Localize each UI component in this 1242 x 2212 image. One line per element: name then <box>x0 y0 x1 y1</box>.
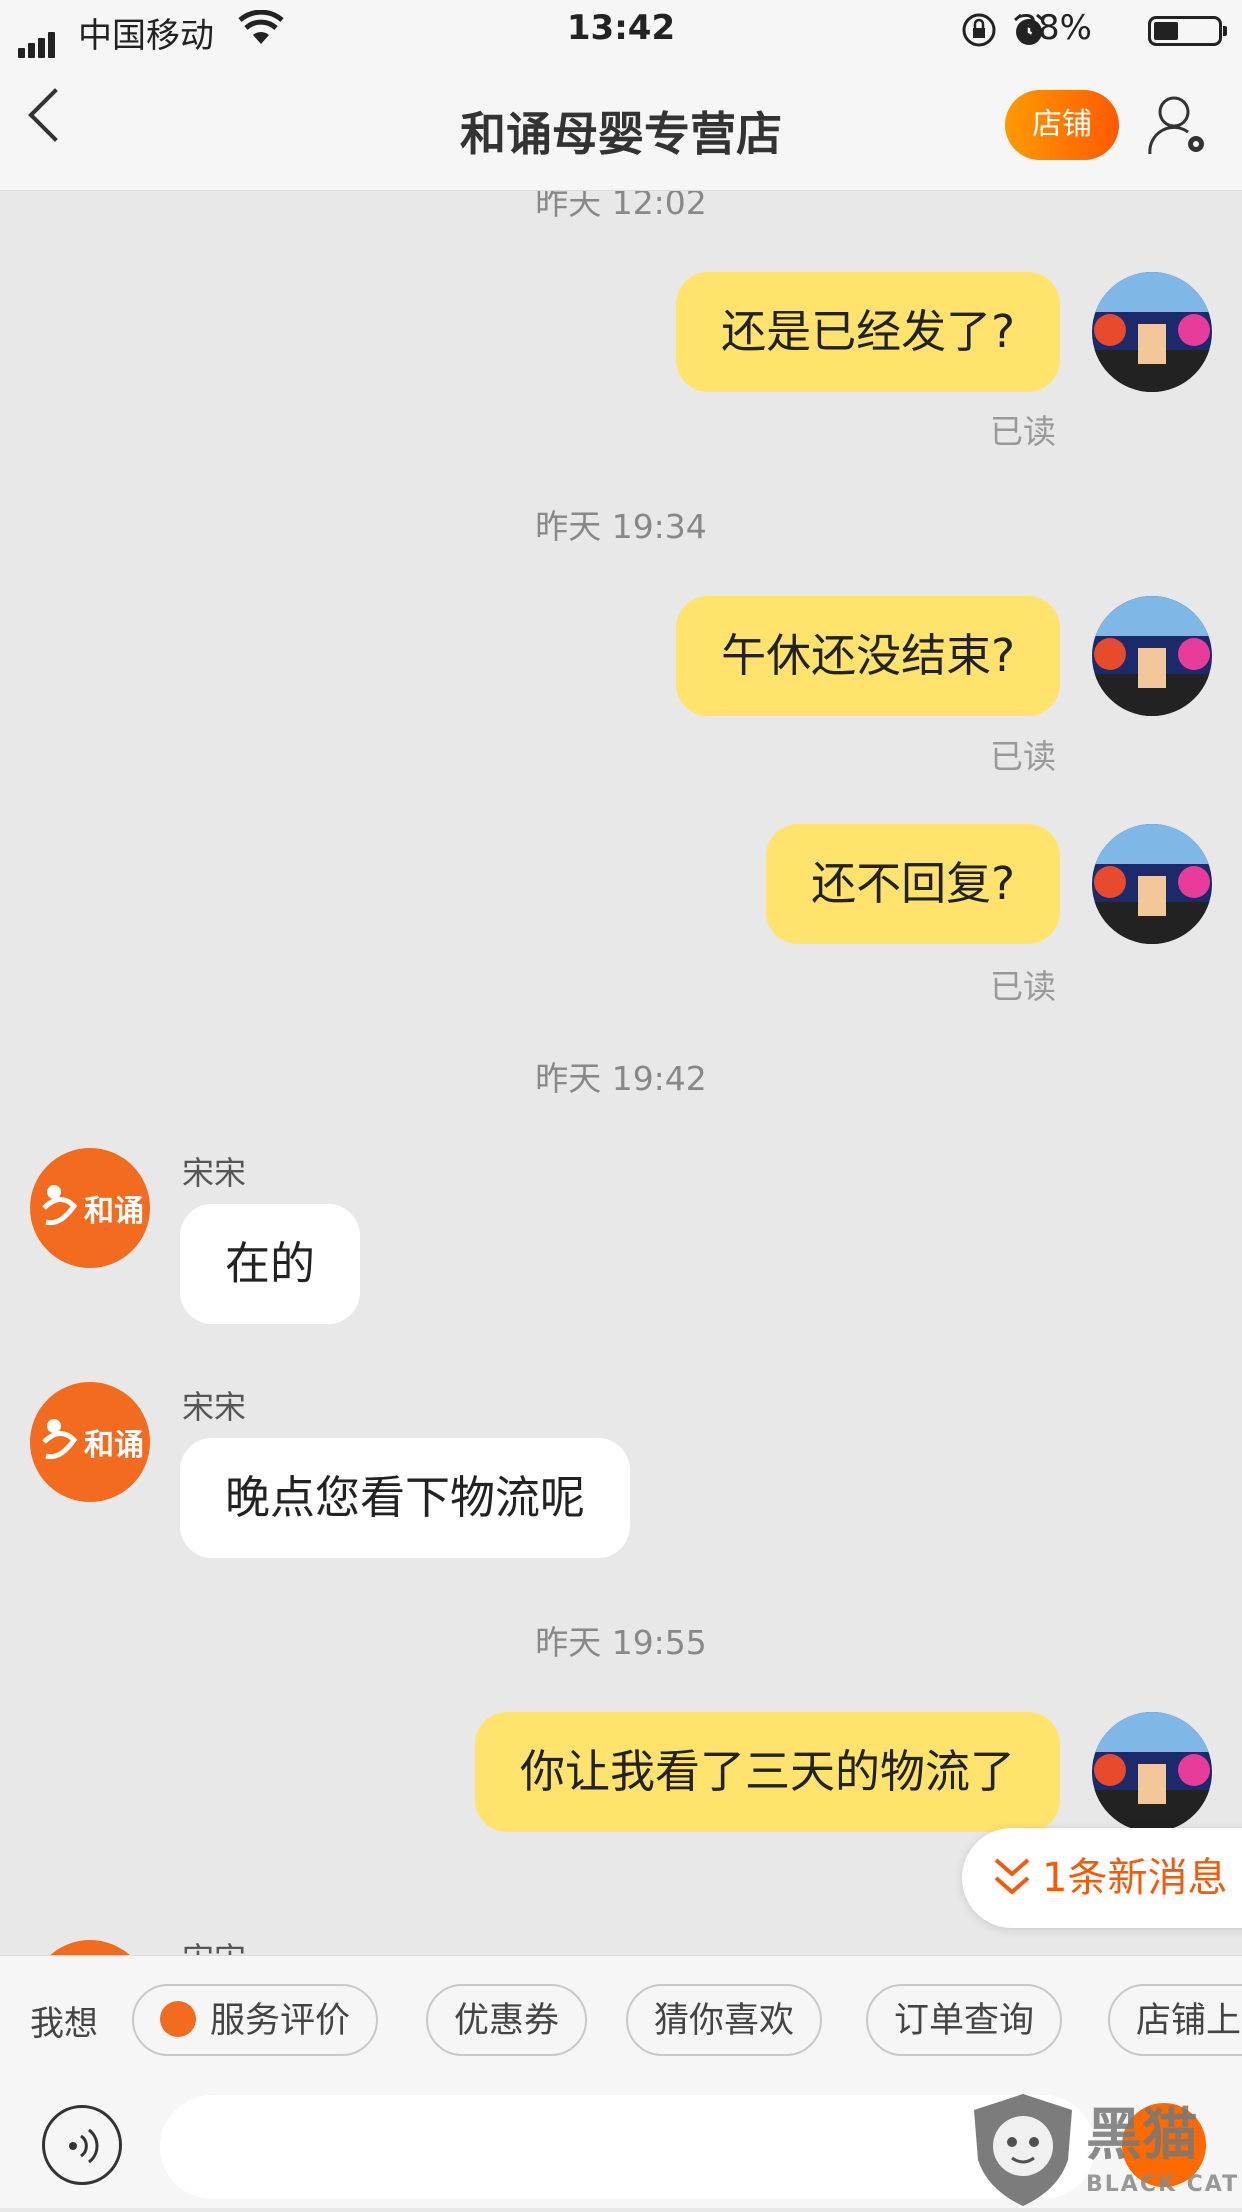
racing-game-avatar-icon <box>1092 824 1212 944</box>
my-avatar[interactable] <box>1092 596 1212 716</box>
message-timestamp: 昨天 19:55 <box>535 1623 707 1662</box>
chip-label: 店铺上新 <box>1136 2001 1242 2041</box>
chip-guess-you-like[interactable]: 猜你喜欢 <box>626 1984 823 2056</box>
rotation-lock-icon <box>962 13 996 47</box>
shop-avatar-label: 和诵 <box>84 1194 144 1229</box>
message-timestamp: 昨天 19:42 <box>535 1059 707 1098</box>
read-receipt: 已读 <box>990 737 1056 776</box>
quick-bar-prefix: 我想 <box>30 2004 98 2044</box>
chip-label: 订单查询 <box>894 2001 1035 2041</box>
my-message-bubble[interactable]: 你让我看了三天的物流了 <box>474 1712 1060 1832</box>
message-timestamp: 昨天 12:02 <box>535 190 707 222</box>
shop-avatar[interactable]: 和诵 <box>30 1382 150 1502</box>
sender-name: 宋宋 <box>182 1388 247 1426</box>
chip-label: 猜你喜欢 <box>654 2001 795 2041</box>
shop-button[interactable]: 店铺 <box>1005 90 1119 160</box>
status-bar: 中国移动 13:42 38% <box>0 0 1242 62</box>
chip-coupon[interactable]: 优惠券 <box>426 1984 588 2056</box>
double-chevron-down-icon <box>994 1858 1030 1895</box>
shop-logo-icon <box>42 1419 78 1460</box>
voice-input-button[interactable] <box>42 2105 122 2185</box>
shop-logo-icon <box>42 1185 78 1226</box>
my-message-bubble[interactable]: 还是已经发了? <box>676 272 1060 392</box>
cat-shield-logo-icon <box>974 2094 1072 2206</box>
their-message-bubble[interactable]: 晚点您看下物流呢 <box>180 1438 631 1558</box>
chip-order-query[interactable]: 订单查询 <box>866 1984 1063 2056</box>
battery-icon <box>1148 16 1227 46</box>
chip-service-review[interactable]: 服务评价 <box>132 1984 379 2056</box>
message-timestamp: 昨天 19:34 <box>535 507 707 546</box>
read-receipt: 已读 <box>990 967 1056 1006</box>
their-message-bubble[interactable]: 在的 <box>180 1204 361 1324</box>
watermark: 黑猫 BLACK CAT <box>968 2090 1242 2208</box>
my-avatar[interactable] <box>1092 272 1212 392</box>
chat-area[interactable]: 昨天 12:02 还是已经发了? 已读 昨天 19:34 午休还没结束? 已读 … <box>0 190 1242 1955</box>
read-receipt: 已读 <box>990 412 1056 451</box>
watermark-cn: 黑猫 <box>1086 2103 1198 2168</box>
sender-name: 宋宋 <box>182 1154 247 1192</box>
chip-shop-new[interactable]: 店铺上新 <box>1108 1984 1242 2056</box>
user-settings-icon[interactable] <box>1148 92 1208 158</box>
new-message-label: 1条新消息 <box>1042 1855 1228 1901</box>
racing-game-avatar-icon <box>1092 596 1212 716</box>
my-message-bubble[interactable]: 还不回复? <box>766 824 1060 944</box>
shop-avatar[interactable]: 和诵 <box>30 1148 150 1268</box>
quick-action-bar: 我想 服务评价 优惠券 猜你喜欢 订单查询 店铺上新 <box>0 1955 1242 2086</box>
racing-game-avatar-icon <box>1092 272 1212 392</box>
shop-avatar-label: 和诵 <box>84 1428 144 1463</box>
watermark-en: BLACK CAT <box>1086 2172 1240 2197</box>
my-avatar[interactable] <box>1092 1712 1212 1832</box>
chip-label: 服务评价 <box>210 2001 351 2041</box>
voice-icon <box>69 2128 99 2164</box>
message-input[interactable] <box>160 2095 1095 2199</box>
my-message-bubble[interactable]: 午休还没结束? <box>676 596 1060 716</box>
shop-avatar[interactable] <box>30 1940 150 1955</box>
new-message-indicator[interactable]: 1条新消息 <box>962 1828 1242 1928</box>
my-avatar[interactable] <box>1092 824 1212 944</box>
racing-game-avatar-icon <box>1092 1712 1212 1832</box>
battery-percent: 38% <box>1016 8 1092 48</box>
review-icon <box>160 2001 196 2037</box>
top-bar: 中国移动 13:42 38% 和诵母婴专营店 店铺 <box>0 0 1242 191</box>
sender-name: 宋宋 <box>182 1934 246 1955</box>
chip-label: 优惠券 <box>454 2001 560 2041</box>
